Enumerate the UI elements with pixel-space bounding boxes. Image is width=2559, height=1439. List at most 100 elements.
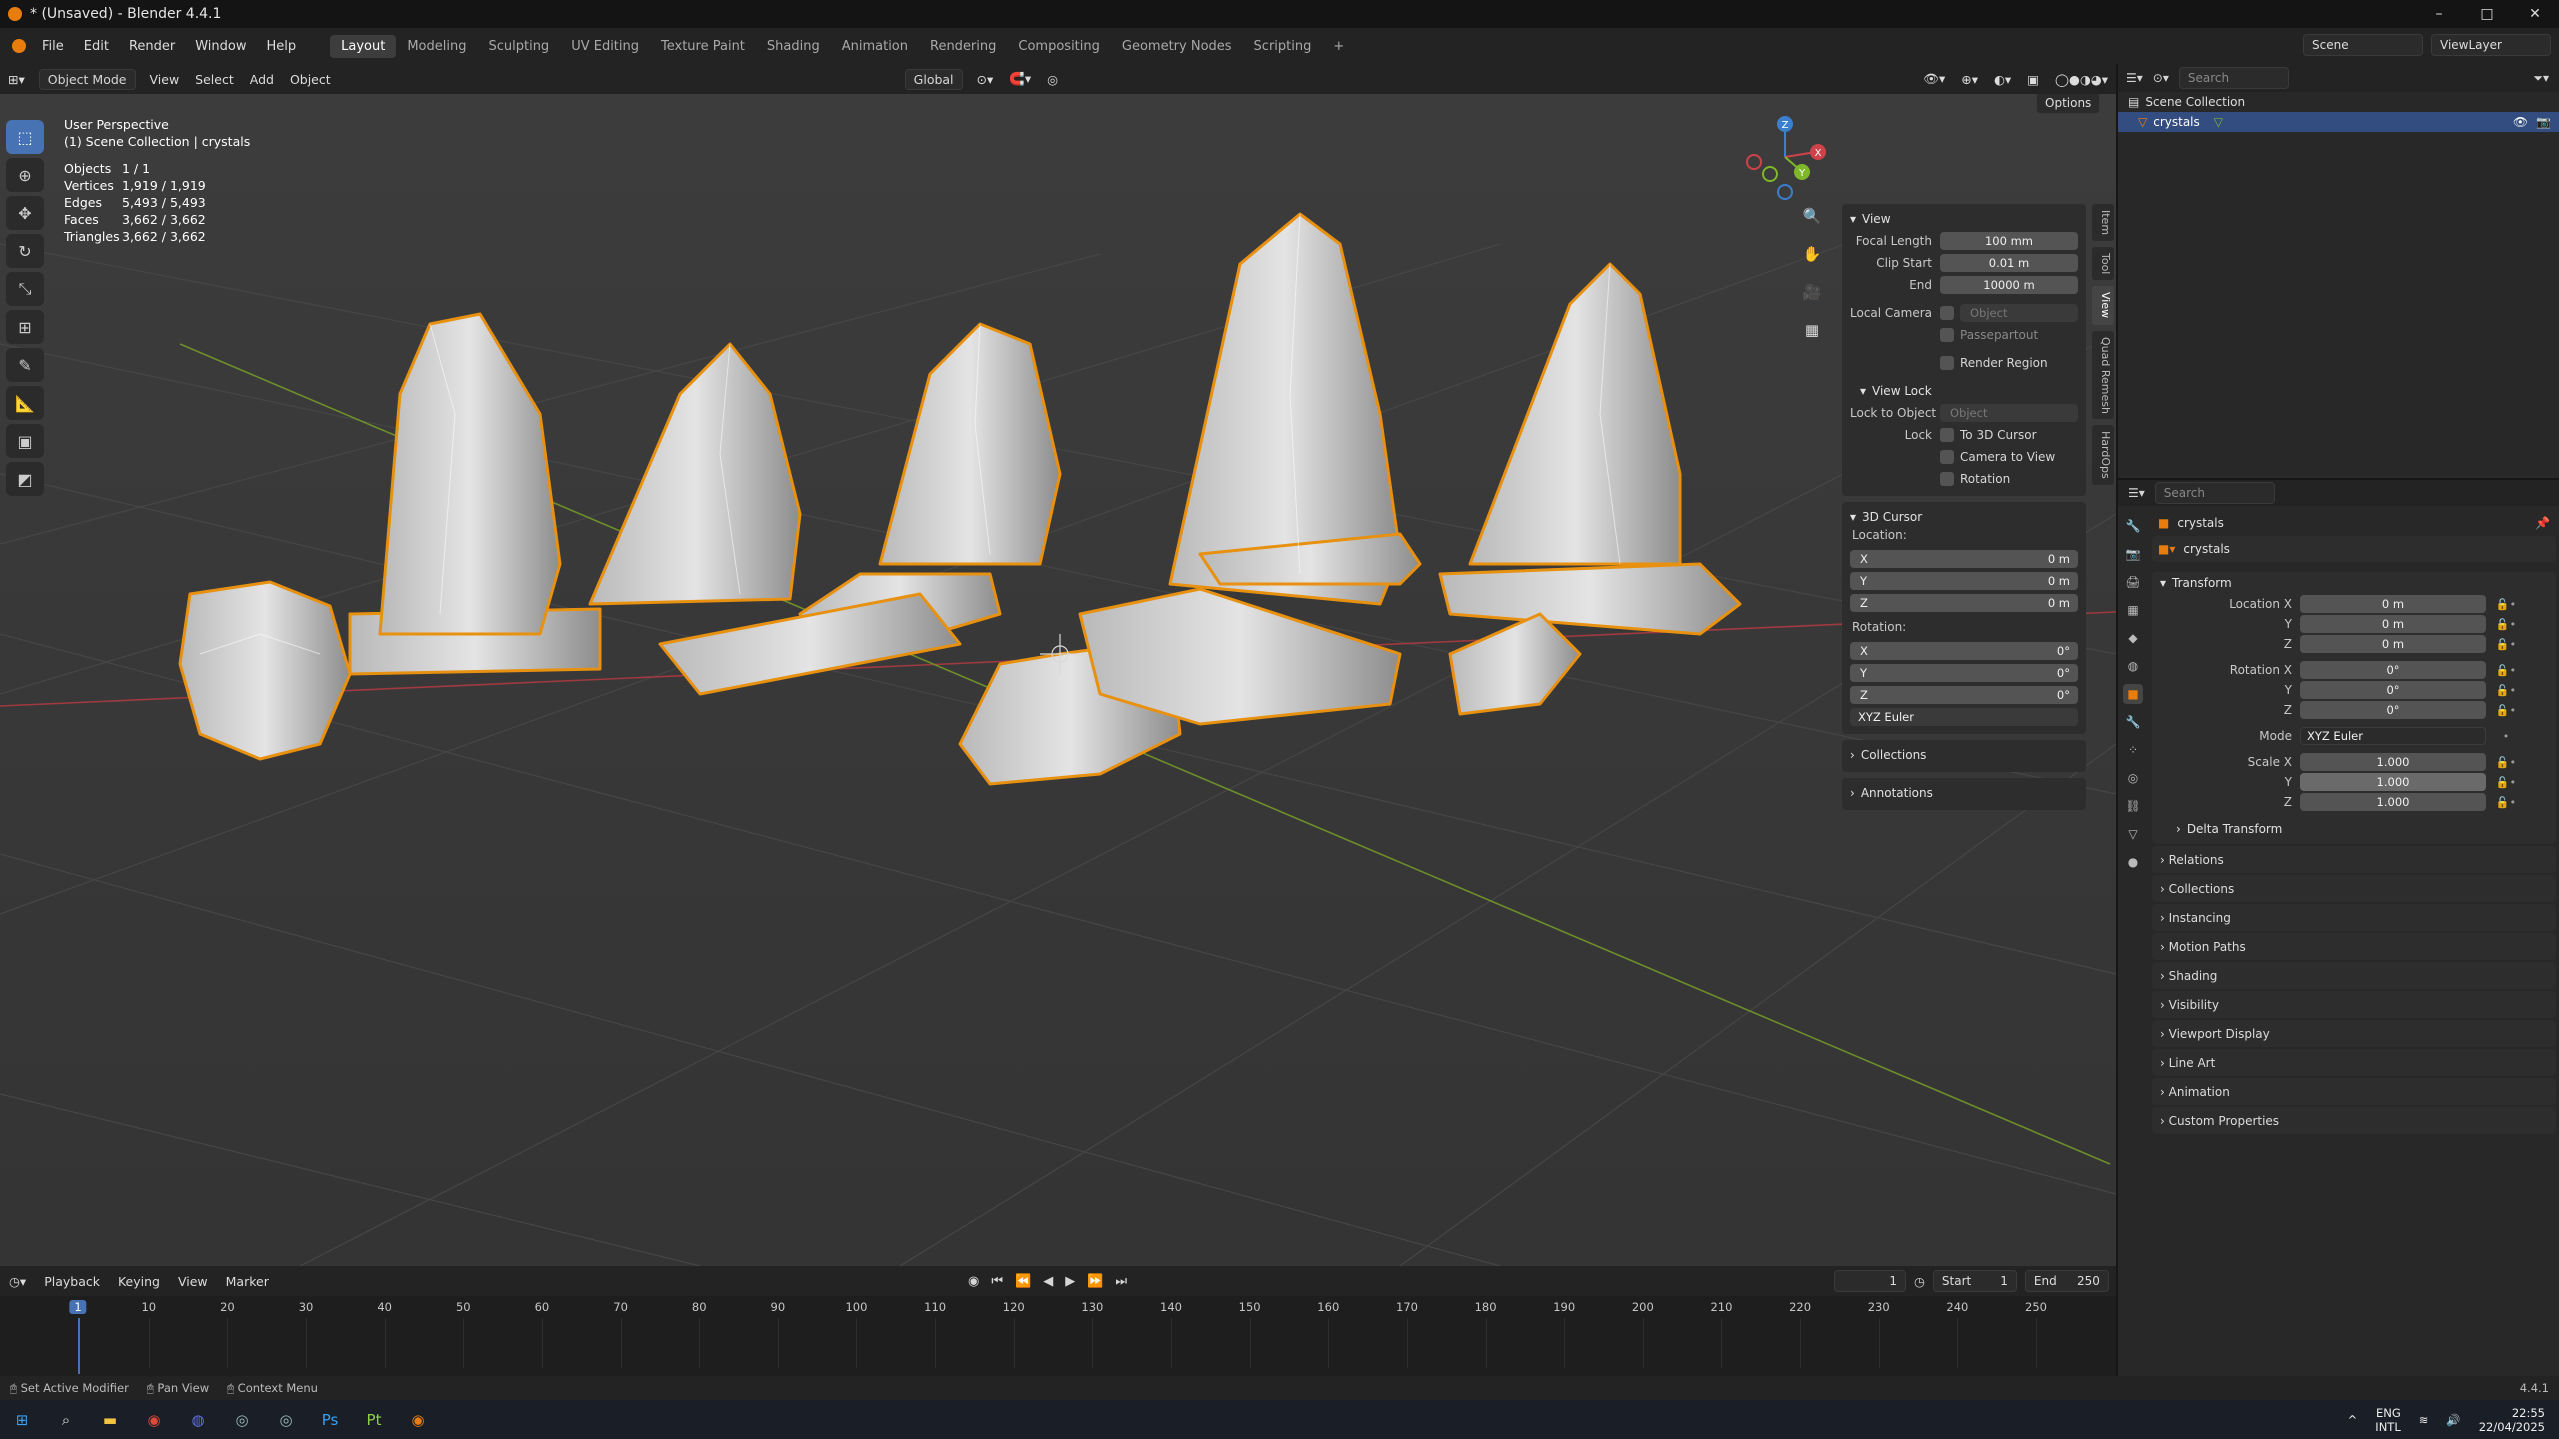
lock-keyframe-icons[interactable]: 🔓• — [2486, 704, 2526, 717]
play-icon[interactable]: ▶ — [1065, 1274, 1075, 1289]
painter-icon[interactable]: Pt — [352, 1400, 396, 1439]
local-camera-field[interactable]: Object — [1960, 304, 2078, 322]
menu-help[interactable]: Help — [257, 39, 307, 54]
render-camera-icon[interactable]: 📷 — [2536, 115, 2551, 129]
maximize-button[interactable]: □ — [2463, 0, 2511, 28]
camera-view-icon[interactable]: 🎥 — [1798, 278, 1826, 306]
tab-compositing[interactable]: Compositing — [1007, 35, 1111, 58]
jump-start-icon[interactable]: ⏮ — [991, 1274, 1003, 1289]
steam-alt-icon[interactable]: ◎ — [264, 1400, 308, 1439]
rotation-y-field[interactable]: 0° — [2300, 681, 2486, 699]
file-explorer-icon[interactable]: ▬ — [88, 1400, 132, 1439]
scale-x-field[interactable]: 1.000 — [2300, 753, 2486, 771]
location-z-field[interactable]: 0 m — [2300, 635, 2486, 653]
lock-keyframe-icons[interactable]: 🔓• — [2486, 598, 2526, 611]
measure-tool-icon[interactable]: 📐 — [6, 386, 44, 420]
close-button[interactable]: ✕ — [2511, 0, 2559, 28]
properties-search-input[interactable]: Search — [2154, 482, 2275, 504]
modifier-tab-icon[interactable]: 🔧 — [2123, 712, 2143, 732]
tray-expand-icon[interactable]: ^ — [2348, 1413, 2358, 1427]
tab-geometry-nodes[interactable]: Geometry Nodes — [1111, 35, 1243, 58]
cursor-location-z-field[interactable]: Z0 m — [1850, 594, 2078, 612]
3d-viewport[interactable]: ⬚ ⊕ ✥ ↻ ⤡ ⊞ ✎ 📐 ▣ ◩ User Perspective (1)… — [0, 94, 2116, 1266]
clock[interactable]: 22:55 22/04/2025 — [2479, 1406, 2545, 1434]
world-tab-icon[interactable]: ◍ — [2123, 656, 2143, 676]
rotation-x-field[interactable]: 0° — [2300, 661, 2486, 679]
to-3d-cursor-checkbox[interactable] — [1940, 428, 1954, 442]
lock-to-object-field[interactable]: Object — [1940, 404, 2078, 422]
cursor-rotation-y-field[interactable]: Y 0° — [1850, 664, 2078, 682]
cursor-tool-icon[interactable]: ⊕ — [6, 158, 44, 192]
properties-editor-type-icon[interactable]: ☰▾ — [2128, 486, 2145, 500]
zoom-icon[interactable]: 🔍 — [1798, 202, 1826, 230]
search-icon[interactable]: ⌕ — [44, 1400, 88, 1439]
3d-cursor-header[interactable]: ▾ 3D Cursor — [1850, 506, 2078, 528]
menu-marker[interactable]: Marker — [217, 1274, 278, 1289]
lock-keyframe-icons[interactable]: 🔓• — [2486, 638, 2526, 651]
tab-quad-remesh[interactable]: Quad Remesh — [2092, 330, 2114, 420]
chrome-icon[interactable]: ◉ — [132, 1400, 176, 1439]
xray-icon[interactable]: ▣ — [2019, 69, 2047, 90]
clip-start-field[interactable]: 0.01 m — [1940, 254, 2078, 272]
cursor-location-y-field[interactable]: Y0 m — [1850, 572, 2078, 590]
view-layer-selector[interactable]: ViewLayer — [2431, 34, 2551, 56]
proportional-edit-icon[interactable]: ◎ — [1039, 69, 1066, 90]
local-camera-checkbox[interactable] — [1940, 306, 1954, 320]
lock-keyframe-icons[interactable]: 🔓• — [2486, 618, 2526, 631]
add-cube-tool-icon[interactable]: ▣ — [6, 424, 44, 458]
tab-uv-editing[interactable]: UV Editing — [560, 35, 650, 58]
tab-modeling[interactable]: Modeling — [396, 35, 477, 58]
constraints-tab-icon[interactable]: ⛓ — [2123, 796, 2143, 816]
windows-start-icon[interactable]: ⊞ — [0, 1400, 44, 1439]
menu-keying[interactable]: Keying — [109, 1274, 169, 1289]
display-mode-icon[interactable]: ⊙▾ — [2153, 71, 2169, 85]
section-shading[interactable]: › Shading — [2152, 962, 2556, 989]
rotate-tool-icon[interactable]: ↻ — [6, 234, 44, 268]
auto-keying-icon[interactable]: ◉ — [968, 1274, 979, 1289]
custom-tool-icon[interactable]: ◩ — [6, 462, 44, 496]
menu-window[interactable]: Window — [185, 39, 256, 54]
outliner-search-input[interactable]: Search — [2178, 67, 2289, 89]
navigation-gizmo[interactable]: Z X Y — [1740, 112, 1830, 202]
pin-icon[interactable]: 📌 — [2535, 516, 2550, 530]
jump-end-icon[interactable]: ⏭ — [1115, 1274, 1127, 1289]
focal-length-field[interactable]: 100 mm — [1940, 232, 2078, 250]
menu-view[interactable]: View — [142, 69, 188, 90]
preview-range-icon[interactable]: ◷ — [1914, 1274, 1925, 1289]
pivot-icon[interactable]: ⊙▾ — [969, 69, 1002, 90]
section-line-art[interactable]: › Line Art — [2152, 1049, 2556, 1076]
tab-animation[interactable]: Animation — [831, 35, 919, 58]
scene-selector[interactable]: Scene — [2303, 34, 2423, 56]
object-datablock-field[interactable]: ■▾ crystals — [2152, 536, 2556, 562]
render-tab-icon[interactable]: 📷 — [2123, 544, 2143, 564]
scene-collection-row[interactable]: ▤ Scene Collection — [2118, 92, 2559, 112]
tab-scripting[interactable]: Scripting — [1243, 35, 1323, 58]
prev-keyframe-icon[interactable]: ⏪ — [1015, 1274, 1031, 1289]
menu-edit[interactable]: Edit — [74, 39, 119, 54]
scale-z-field[interactable]: 1.000 — [2300, 793, 2486, 811]
snap-icon[interactable]: 🧲▾ — [1001, 68, 1039, 90]
transform-orientation-selector[interactable]: Global — [904, 68, 963, 90]
section-visibility[interactable]: › Visibility — [2152, 991, 2556, 1018]
object-tab-icon[interactable]: ■ — [2123, 684, 2143, 704]
minimize-button[interactable]: – — [2415, 0, 2463, 28]
lock-keyframe-icons[interactable]: 🔓• — [2486, 664, 2526, 677]
cursor-location-x-field[interactable]: X0 m — [1850, 550, 2078, 568]
options-dropdown[interactable]: Options — [2036, 94, 2101, 114]
perspective-grid-icon[interactable]: ▦ — [1798, 316, 1826, 344]
rotation-z-field[interactable]: 0° — [2300, 701, 2486, 719]
discord-icon[interactable]: ◍ — [176, 1400, 220, 1439]
photoshop-icon[interactable]: Ps — [308, 1400, 352, 1439]
physics-tab-icon[interactable]: ◎ — [2123, 768, 2143, 788]
section-relations[interactable]: › Relations — [2152, 846, 2556, 873]
view-layer-tab-icon[interactable]: ▦ — [2123, 600, 2143, 620]
visibility-icon[interactable]: 👁▾ — [1915, 68, 1953, 90]
tab-sculpting[interactable]: Sculpting — [477, 35, 560, 58]
particles-tab-icon[interactable]: ⁘ — [2123, 740, 2143, 760]
menu-playback[interactable]: Playback — [35, 1274, 109, 1289]
add-workspace-button[interactable]: + — [1322, 35, 1355, 58]
menu-object[interactable]: Object — [282, 69, 339, 90]
section-motion-paths[interactable]: › Motion Paths — [2152, 933, 2556, 960]
keyframe-icon[interactable]: • — [2486, 730, 2526, 743]
play-reverse-icon[interactable]: ◀ — [1043, 1274, 1053, 1289]
